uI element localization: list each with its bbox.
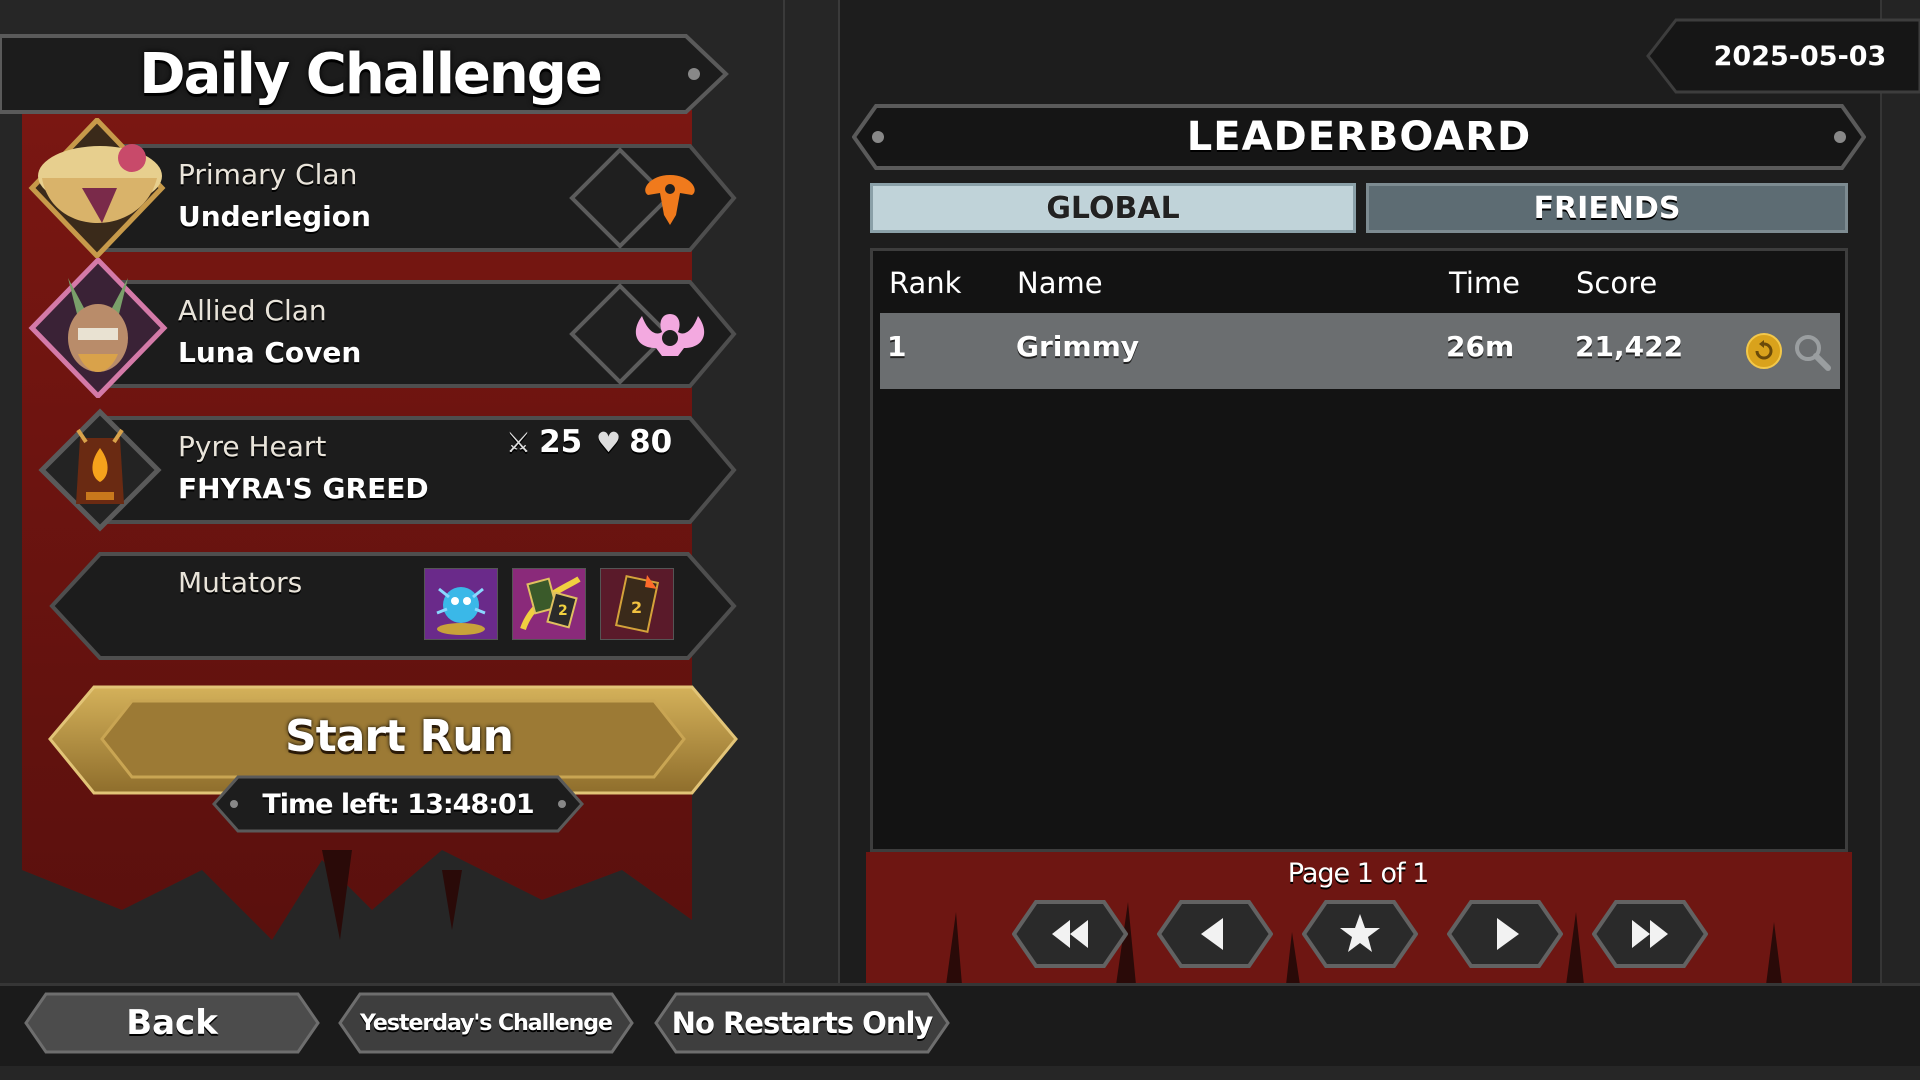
- luna-coven-clan-icon: [635, 314, 705, 356]
- no-restarts-only-toggle[interactable]: No Restarts Only: [654, 992, 950, 1054]
- pyre-health-stat: ♥ 80: [596, 424, 672, 460]
- column-header-rank: Rank: [889, 266, 962, 300]
- underlegion-clan-icon: [645, 175, 695, 225]
- pyre-attack-value: 25: [539, 424, 583, 460]
- mutators-label: Mutators: [178, 566, 303, 599]
- right-edge-bg: [1880, 0, 1920, 985]
- last-page-button[interactable]: [1592, 900, 1708, 968]
- my-rank-button[interactable]: [1302, 900, 1418, 968]
- row-time: 26m: [1446, 330, 1515, 363]
- row-rank: 1: [887, 330, 907, 363]
- underlegion-portrait-icon: [28, 118, 166, 258]
- column-header-time: Time: [1449, 266, 1520, 300]
- pyre-heart-label: Pyre Heart: [178, 430, 327, 463]
- pyre-health-value: 80: [629, 424, 673, 460]
- time-left-text: Time left: 13:48:01: [262, 788, 534, 820]
- yesterdays-challenge-button[interactable]: Yesterday's Challenge: [338, 992, 634, 1054]
- row-score: 21,422: [1575, 330, 1684, 363]
- page-indicator: Page 1 of 1: [1287, 858, 1430, 889]
- pyre-heart-name: FHYRA'S GREED: [178, 472, 429, 505]
- search-icon[interactable]: [1792, 332, 1832, 372]
- primary-clan-name: Underlegion: [178, 200, 371, 233]
- svg-text:2: 2: [558, 603, 568, 619]
- back-button[interactable]: Back: [24, 992, 320, 1054]
- first-page-button[interactable]: [1012, 900, 1128, 968]
- column-header-score: Score: [1576, 266, 1658, 300]
- bottom-strip: [0, 1066, 1920, 1080]
- column-header-name: Name: [1017, 266, 1103, 300]
- page-title: Daily Challenge: [139, 41, 603, 107]
- mutator-card-burn-icon[interactable]: 2: [600, 568, 674, 640]
- allied-clan-name: Luna Coven: [178, 336, 362, 369]
- mutator-cards-icon[interactable]: 2: [512, 568, 586, 640]
- challenge-date: 2025-05-03: [1713, 40, 1887, 72]
- prev-page-button[interactable]: [1157, 900, 1273, 968]
- allied-clan-label: Allied Clan: [178, 294, 327, 327]
- row-name: Grimmy: [1016, 330, 1139, 363]
- primary-clan-label: Primary Clan: [178, 158, 358, 191]
- luna-coven-portrait-icon: [28, 258, 168, 398]
- next-page-button[interactable]: [1447, 900, 1563, 968]
- leaderboard-title: LEADERBOARD: [1186, 114, 1532, 160]
- tab-global[interactable]: GLOBAL: [870, 183, 1356, 233]
- health-icon: ♥: [596, 425, 622, 459]
- tab-friends[interactable]: FRIENDS: [1366, 183, 1848, 233]
- mutator-blue-creature-icon[interactable]: [424, 568, 498, 640]
- divider: [838, 0, 840, 985]
- pyre-attack-stat: ⚔ 25: [506, 424, 582, 460]
- attack-icon: ⚔: [506, 425, 532, 459]
- svg-text:2: 2: [631, 598, 642, 617]
- replay-icon[interactable]: [1745, 332, 1783, 370]
- pyre-heart-icon: [38, 408, 162, 532]
- divider: [783, 0, 785, 985]
